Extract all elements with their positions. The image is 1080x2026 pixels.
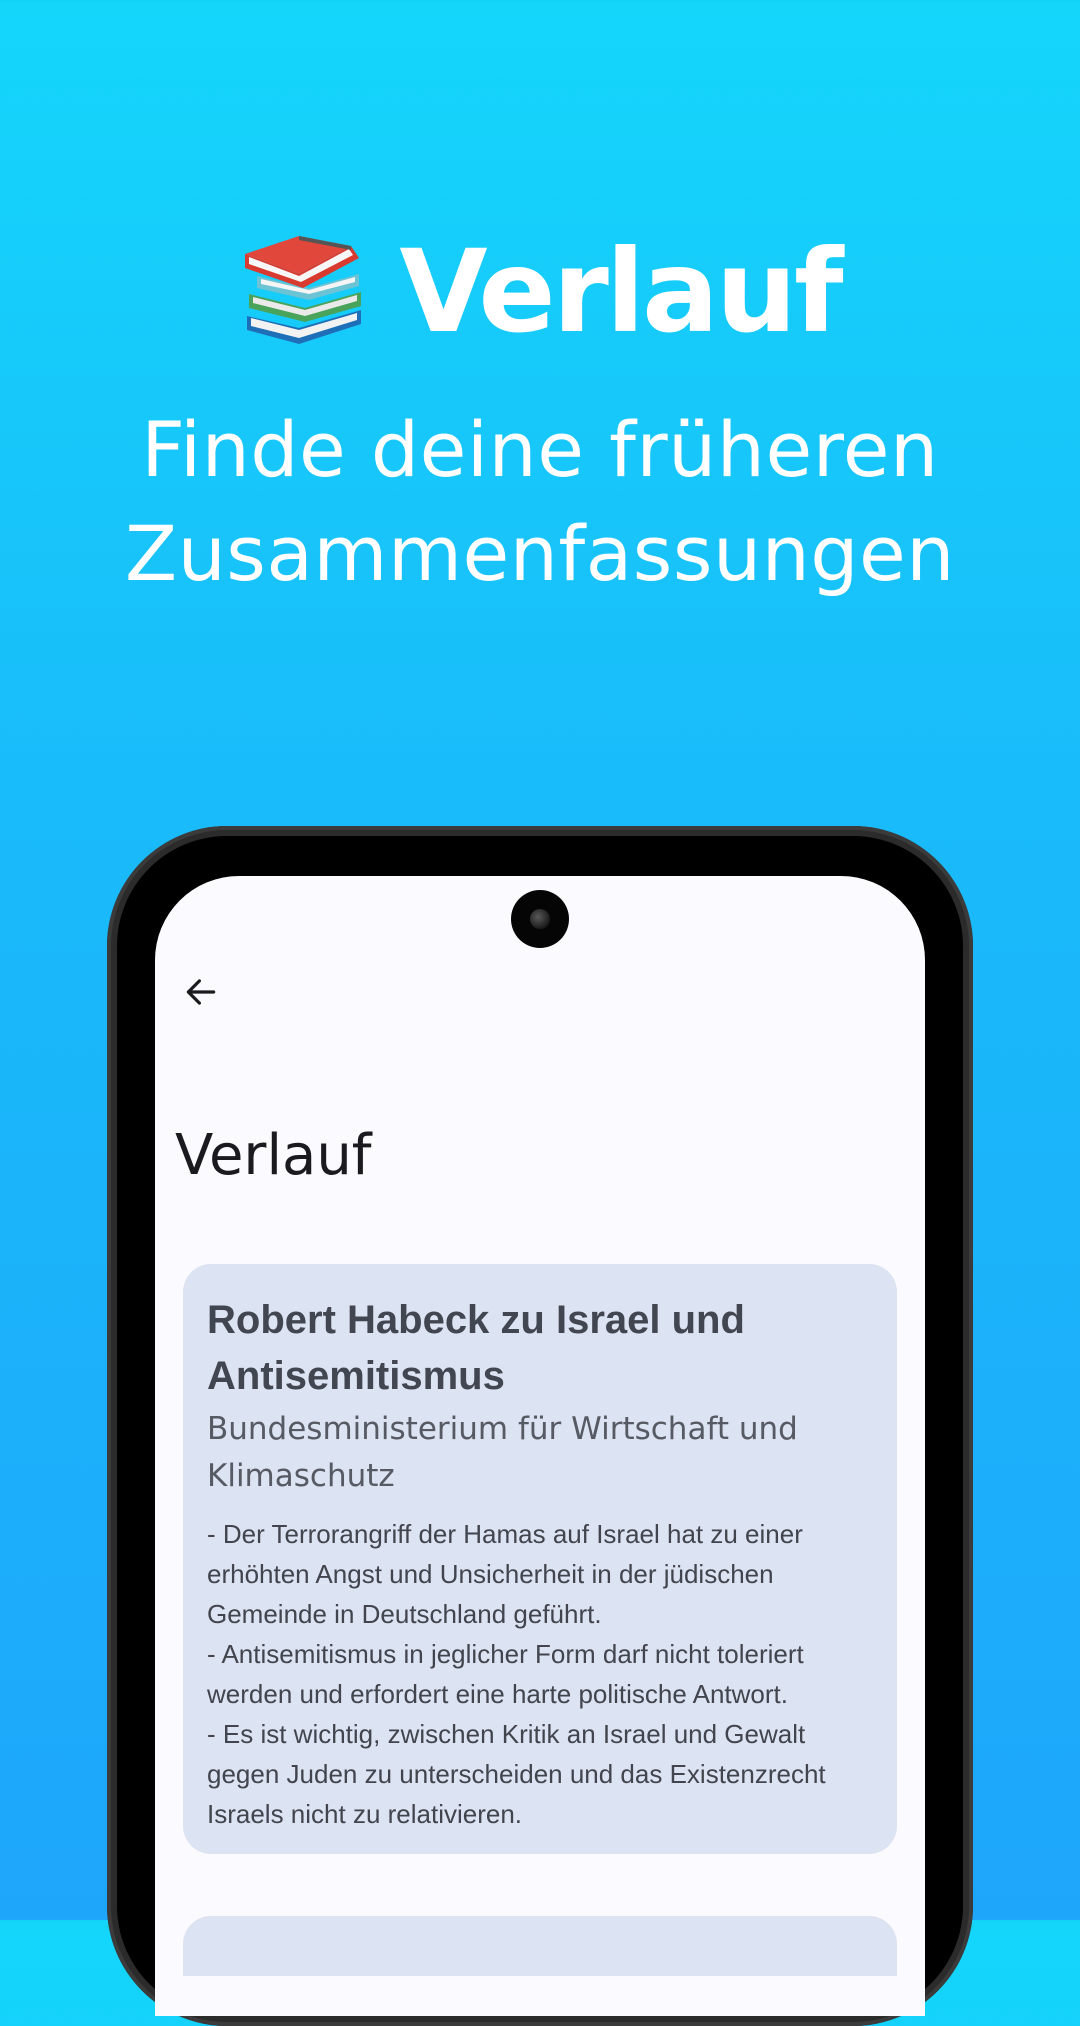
promo-title-text: Verlauf — [399, 225, 843, 358]
history-card-source: Bundesministerium für Wirtschaft und Kli… — [207, 1406, 873, 1500]
arrow-back-icon — [186, 979, 216, 1005]
history-card-summary: - Der Terrorangriff der Hamas auf Israel… — [207, 1514, 873, 1834]
history-card-title: Robert Habeck zu Israel und Antisemitism… — [207, 1292, 873, 1404]
summary-line: - Antisemitismus in jeglicher Form darf … — [207, 1639, 804, 1669]
summary-line: gegen Juden zu unterscheiden und das Exi… — [207, 1759, 826, 1789]
phone-frame: Verlauf Robert Habeck zu Israel und Anti… — [107, 826, 973, 2026]
summary-line: Israels nicht zu relativieren. — [207, 1799, 523, 1829]
summary-line: werden und erfordert eine harte politisc… — [207, 1679, 789, 1709]
phone-screen: Verlauf Robert Habeck zu Israel und Anti… — [155, 876, 925, 2016]
promo-subtitle: Finde deine früheren Zusammenfassungen — [60, 398, 1020, 606]
promo-subtitle-line: Finde deine früheren — [141, 405, 939, 494]
history-card[interactable]: Robert Habeck zu Israel und Antisemitism… — [183, 1264, 897, 1854]
promo-header: Verlauf Finde deine früheren Zusammenfas… — [0, 0, 1080, 640]
history-card-title-line: Antisemitismus — [207, 1354, 505, 1398]
history-card-title-line: Robert Habeck zu Israel und — [207, 1298, 745, 1342]
promo-subtitle-line: Zusammenfassungen — [125, 509, 955, 598]
screen-title: Verlauf — [175, 1123, 372, 1188]
books-icon — [245, 236, 362, 344]
promo-title: Verlauf — [0, 228, 1080, 356]
camera-icon — [511, 890, 569, 948]
summary-line: - Der Terrorangriff der Hamas auf Israel… — [207, 1519, 803, 1549]
back-button[interactable] — [173, 964, 229, 1020]
history-card[interactable] — [183, 1916, 897, 1976]
summary-line: - Es ist wichtig, zwischen Kritik an Isr… — [207, 1719, 806, 1749]
phone-bezel: Verlauf Robert Habeck zu Israel und Anti… — [117, 836, 963, 2016]
history-card-source-line: Klimaschutz — [207, 1458, 395, 1494]
history-card-source-line: Bundesministerium für Wirtschaft und — [207, 1411, 798, 1447]
summary-line: erhöhten Angst und Unsicherheit in der j… — [207, 1559, 774, 1589]
summary-line: Gemeinde in Deutschland geführt. — [207, 1599, 602, 1629]
